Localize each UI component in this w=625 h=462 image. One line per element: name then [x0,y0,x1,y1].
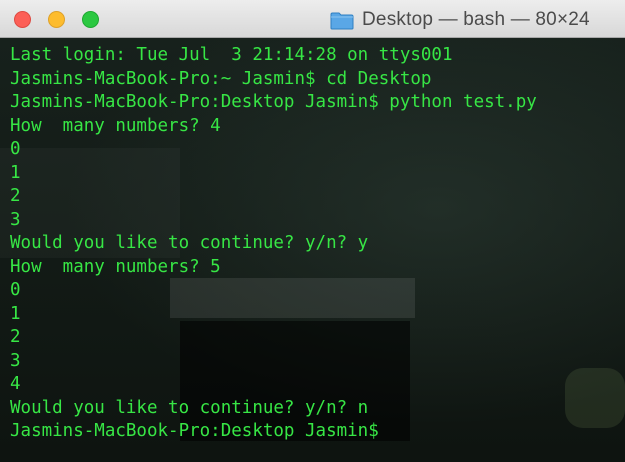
terminal-line: 3 [10,350,21,371]
terminal-line: 0 [10,280,21,300]
terminal-line: 2 [10,186,21,206]
terminal-output: Last login: Tue Jul 3 21:14:28 on ttys00… [10,44,537,444]
terminal-line: 1 [10,162,21,183]
terminal-line: How many numbers? 5 [10,256,221,277]
terminal-line: 4 [10,374,21,394]
terminal-line: 1 [10,303,21,324]
title-bar: Desktop — bash — 80×24 [0,0,625,38]
terminal-line: 3 [10,209,21,230]
terminal-line: Would you like to continue? y/n? y [10,233,369,253]
terminal-line: Would you like to continue? y/n? n [10,397,369,418]
terminal-line: 0 [10,139,21,159]
terminal-line: Jasmins-MacBook-Pro:Desktop Jasmin$ pyth… [10,92,537,112]
folder-icon [330,12,354,29]
window-title: Desktop — bash — 80×24 [362,9,590,30]
terminal-content[interactable]: Last login: Tue Jul 3 21:14:28 on ttys00… [0,38,625,462]
terminal-line: Last login: Tue Jul 3 21:14:28 on ttys00… [10,45,453,65]
terminal-line: How many numbers? 4 [10,115,221,136]
terminal-line: 2 [10,327,21,347]
terminal-line: Jasmins-MacBook-Pro:~ Jasmin$ cd Desktop [10,68,432,89]
close-button[interactable] [14,11,31,28]
window-title-group: Desktop — bash — 80×24 [330,8,590,32]
minimize-button[interactable] [48,11,65,28]
zoom-button[interactable] [82,11,99,28]
terminal-prompt: Jasmins-MacBook-Pro:Desktop Jasmin$ [10,421,379,441]
